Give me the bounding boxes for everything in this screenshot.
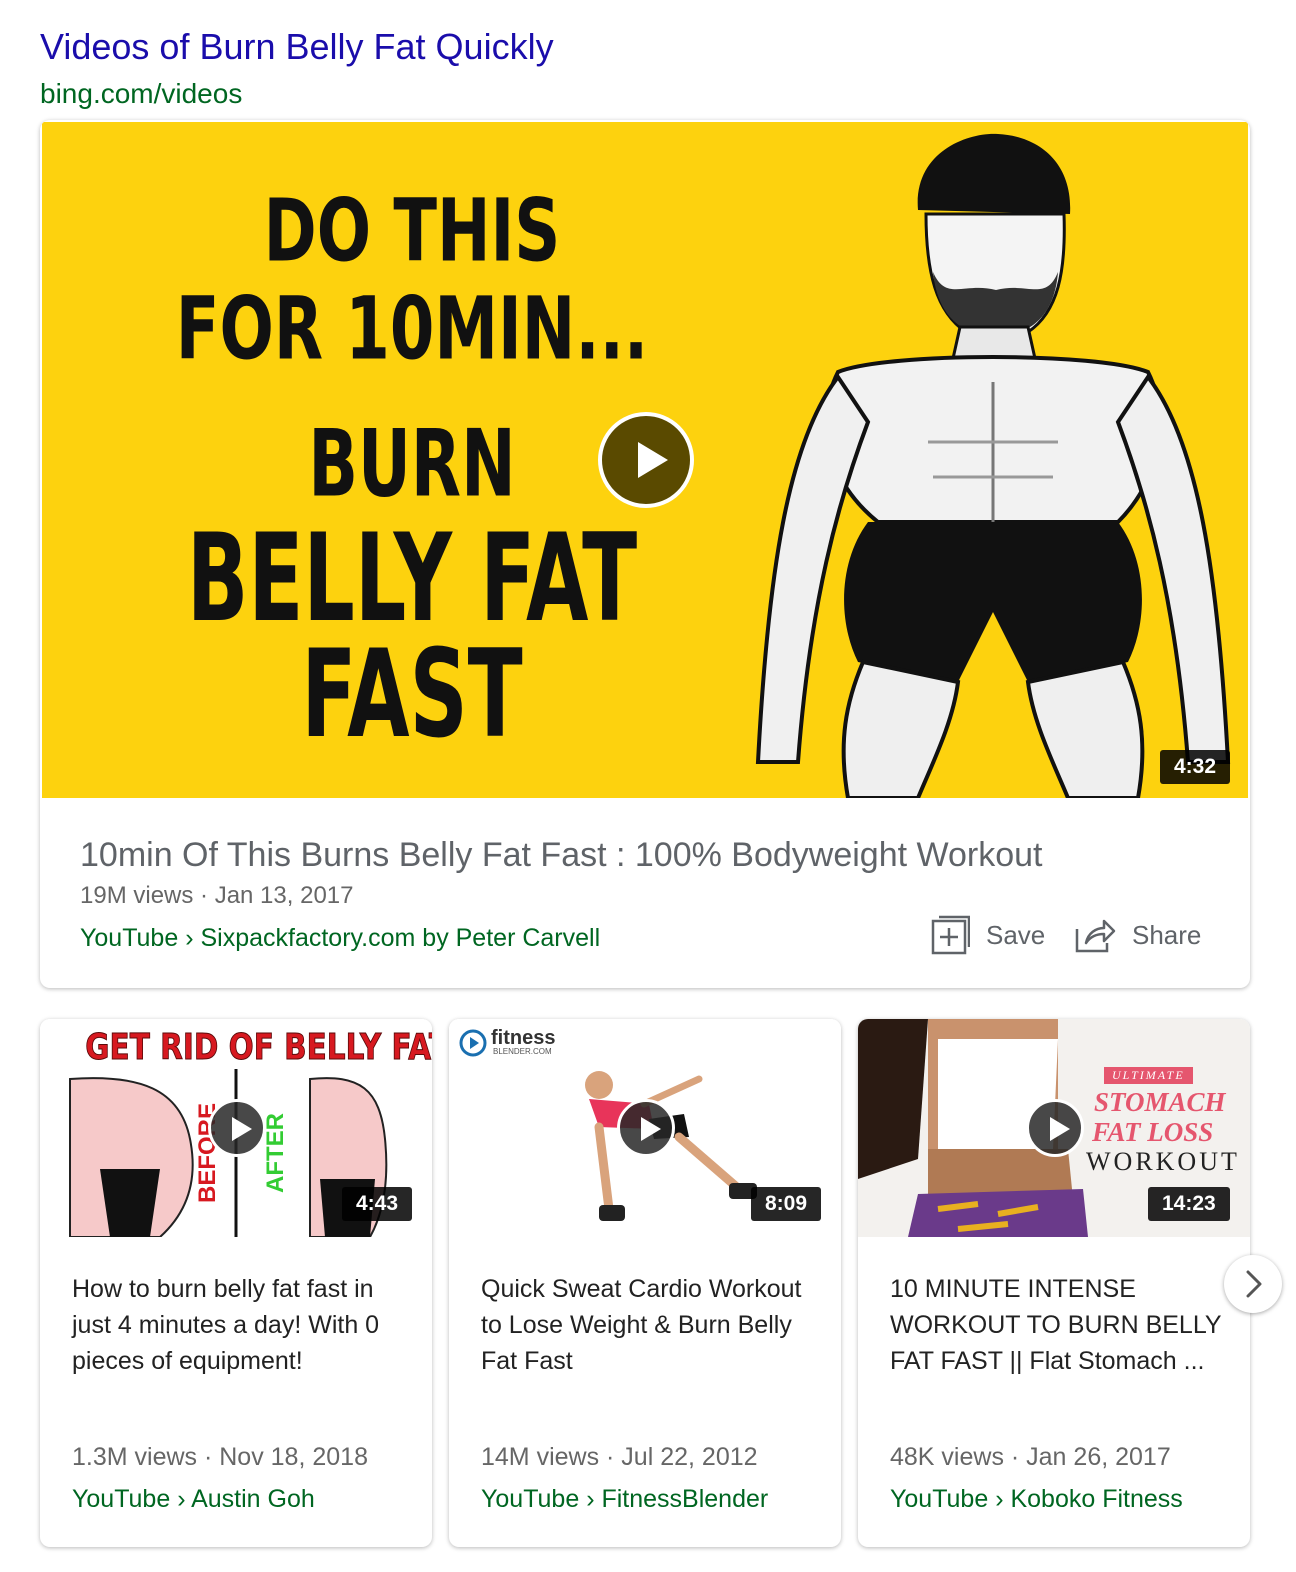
- video-card[interactable]: GET RID OF BELLY FAT BEFORE AFTER 4:43 H…: [40, 1019, 432, 1547]
- thumbnail-line: STOMACH: [1094, 1087, 1226, 1117]
- save-label: Save: [986, 919, 1046, 950]
- video-source[interactable]: YouTube › Austin Goh: [72, 1485, 315, 1514]
- share-icon: [1075, 919, 1116, 953]
- thumbnail-text-line: FAST: [301, 624, 523, 766]
- section-title-link[interactable]: Videos of Burn Belly Fat Quickly: [40, 26, 554, 68]
- share-label: Share: [1132, 919, 1202, 950]
- section-url: bing.com/videos: [40, 78, 243, 109]
- featured-video-meta: 19M views · Jan 13, 2017: [80, 882, 354, 909]
- play-button[interactable]: [208, 1099, 266, 1157]
- video-thumbnail[interactable]: ULTIMATE STOMACH FAT LOSS WORKOUT 14:23: [858, 1019, 1250, 1237]
- video-duration-badge: 8:09: [751, 1187, 822, 1221]
- video-thumbnail[interactable]: GET RID OF BELLY FAT BEFORE AFTER 4:43: [40, 1019, 432, 1237]
- play-button[interactable]: [1026, 1099, 1084, 1157]
- thumbnail-text-line: BURN: [308, 409, 516, 518]
- video-meta: 14M views · Jul 22, 2012: [481, 1443, 758, 1471]
- thumbnail-after-label: AFTER: [262, 1113, 289, 1193]
- share-button[interactable]: Share: [1074, 912, 1201, 958]
- chevron-right-icon: [1246, 1270, 1262, 1298]
- video-meta: 1.3M views · Nov 18, 2018: [72, 1443, 368, 1471]
- video-thumbnail[interactable]: fitness BLENDER.COM 8:09: [449, 1019, 841, 1237]
- video-duration-badge: 4:32: [1160, 750, 1231, 784]
- video-title[interactable]: 10 MINUTE INTENSE WORKOUT TO BURN BELLY …: [890, 1271, 1230, 1379]
- carousel-next-button[interactable]: [1224, 1255, 1282, 1313]
- thumbnail-tag: ULTIMATE: [1104, 1067, 1193, 1084]
- video-card[interactable]: fitness BLENDER.COM 8:09 Quick Sweat Car…: [449, 1019, 841, 1547]
- featured-video-source[interactable]: YouTube › Sixpackfactory.com by Peter Ca…: [80, 924, 600, 953]
- play-button[interactable]: [617, 1099, 675, 1157]
- video-card[interactable]: ULTIMATE STOMACH FAT LOSS WORKOUT 14:23 …: [858, 1019, 1250, 1547]
- video-duration-badge: 4:43: [342, 1187, 413, 1221]
- thumbnail-heading: GET RID OF BELLY FAT: [85, 1027, 432, 1069]
- thumbnail-text-line: DO THIS: [263, 181, 561, 282]
- featured-video-title[interactable]: 10min Of This Burns Belly Fat Fast : 100…: [80, 836, 1043, 875]
- video-source[interactable]: YouTube › Koboko Fitness: [890, 1485, 1183, 1514]
- video-title[interactable]: How to burn belly fat fast in just 4 min…: [72, 1271, 412, 1379]
- play-button[interactable]: [598, 412, 694, 508]
- thumbnail-line: WORKOUT: [1086, 1147, 1240, 1176]
- featured-video-thumbnail[interactable]: DO THIS FOR 10MIN... BURN BELLY FAT FAST: [42, 122, 1248, 798]
- featured-video-card[interactable]: DO THIS FOR 10MIN... BURN BELLY FAT FAST: [40, 120, 1250, 988]
- video-duration-badge: 14:23: [1148, 1187, 1230, 1221]
- save-button[interactable]: Save: [930, 912, 1045, 958]
- video-source[interactable]: YouTube › FitnessBlender: [481, 1485, 768, 1514]
- thumbnail-text-line: FOR 10MIN...: [175, 279, 649, 380]
- video-title[interactable]: Quick Sweat Cardio Workout to Lose Weigh…: [481, 1271, 821, 1379]
- thumbnail-line: FAT LOSS: [1092, 1117, 1214, 1147]
- athlete-illustration: [755, 133, 1231, 798]
- video-meta: 48K views · Jan 26, 2017: [890, 1443, 1171, 1471]
- save-plus-icon: [931, 915, 970, 955]
